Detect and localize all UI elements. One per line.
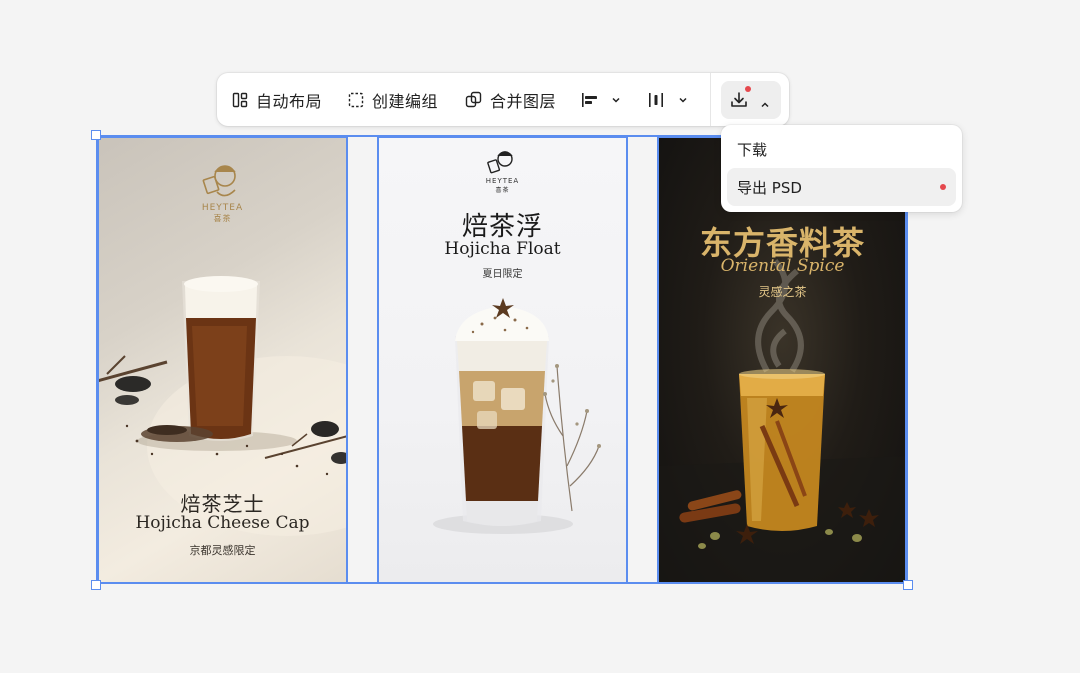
poster-title-en: Hojicha Float — [444, 239, 561, 259]
poster-subtitle: 夏日限定 — [482, 269, 523, 280]
align-dropdown-button[interactable] — [581, 73, 621, 126]
menu-item-label: 下载 — [737, 140, 768, 159]
brand-name: HEYTEA — [485, 177, 520, 185]
distribute-dropdown-button[interactable] — [648, 73, 688, 126]
resize-handle-top-left[interactable] — [91, 130, 101, 140]
auto-layout-button[interactable]: 自动布局 — [232, 73, 322, 126]
poster-2-artwork — [433, 151, 601, 534]
poster-title-cn: 焙茶浮 — [461, 212, 543, 242]
chevron-down-icon — [611, 95, 621, 105]
export-dropdown-button[interactable] — [721, 81, 781, 119]
merge-layers-label: 合并图层 — [490, 91, 557, 111]
auto-layout-label: 自动布局 — [256, 91, 323, 111]
toolbar-divider — [710, 73, 711, 126]
brand-name-cn: 喜茶 — [213, 214, 232, 223]
chevron-up-icon — [760, 95, 770, 114]
merge-layers-button[interactable]: 合并图层 — [465, 73, 556, 126]
menu-item-download[interactable]: 下载 — [727, 130, 956, 168]
notification-dot — [940, 184, 946, 190]
poster-gap — [348, 136, 377, 584]
dashed-frame-icon — [348, 92, 364, 108]
resize-handle-bottom-left[interactable] — [91, 580, 101, 590]
brand-name: HEYTEA — [201, 203, 244, 213]
create-group-label: 创建编组 — [372, 91, 439, 111]
chevron-down-icon — [678, 95, 688, 105]
notification-dot — [745, 86, 751, 92]
export-menu: 下载 导出 PSD — [721, 125, 962, 212]
poster-hojicha-float[interactable]: HEYTEA 喜茶 焙茶浮 Hojicha Float 夏日限定 — [377, 136, 628, 584]
menu-item-export-psd[interactable]: 导出 PSD — [727, 168, 956, 206]
align-left-icon — [581, 92, 599, 108]
download-icon — [729, 90, 749, 114]
create-group-button[interactable]: 创建编组 — [348, 73, 438, 126]
poster-title-en: Oriental Spice — [720, 256, 845, 276]
poster-title-en: Hojicha Cheese Cap — [135, 513, 310, 533]
poster-subtitle: 京都灵感限定 — [189, 544, 256, 557]
poster-gap — [628, 136, 657, 584]
distribute-icon — [648, 92, 664, 108]
auto-layout-icon — [232, 92, 248, 108]
resize-handle-bottom-right[interactable] — [903, 580, 913, 590]
brand-name-cn: 喜茶 — [495, 187, 510, 194]
poster-subtitle: 灵感之茶 — [758, 285, 807, 299]
poster-hojicha-cheese-cap[interactable]: HEYTEA 喜茶 焙茶芝士 Hojicha Cheese Cap 京都灵感限定 — [97, 136, 348, 584]
merge-layers-icon — [465, 91, 482, 108]
menu-item-label: 导出 PSD — [737, 178, 802, 197]
floating-toolbar: 自动布局 创建编组 合并图层 — [217, 73, 789, 126]
